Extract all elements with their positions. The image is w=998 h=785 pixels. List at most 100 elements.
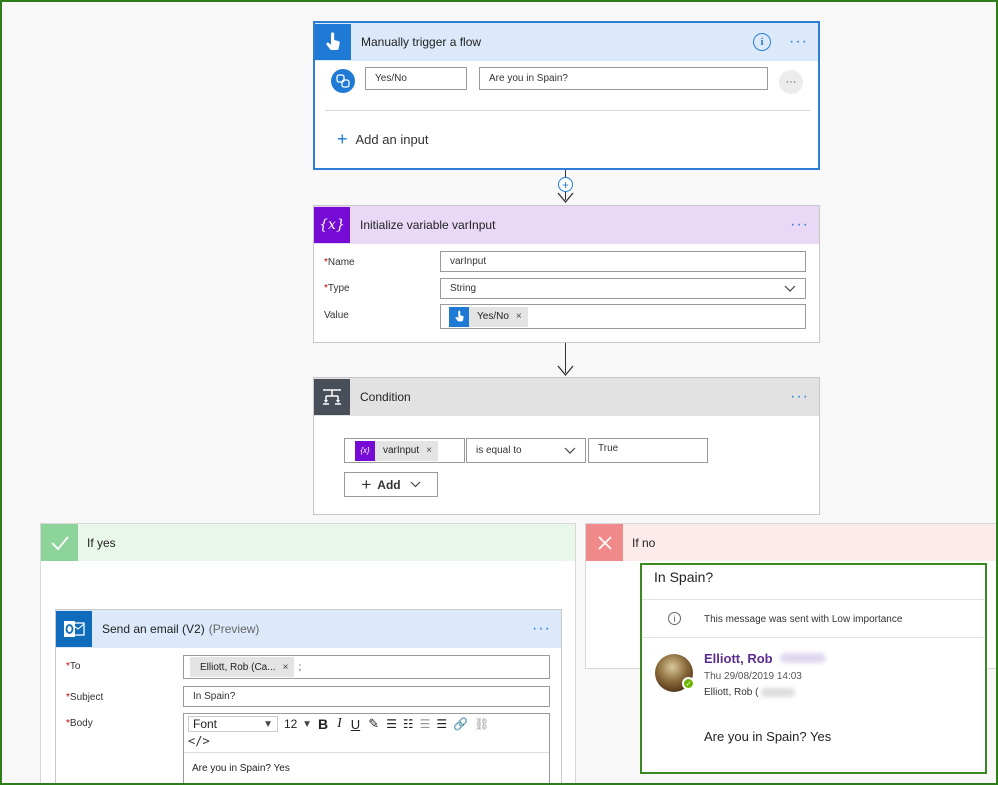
code-view-icon[interactable]: </>	[184, 734, 549, 752]
chevron-down-icon	[410, 481, 421, 488]
presence-available-icon: ✓	[682, 677, 695, 690]
varinput-token[interactable]: {x} varInput ×	[355, 440, 438, 461]
remove-token-icon[interactable]: ×	[283, 662, 289, 673]
input-options-icon[interactable]: ···	[779, 70, 803, 94]
unlink-icon[interactable]: ⛓	[474, 717, 489, 731]
more-options-icon[interactable]: ···	[790, 217, 809, 233]
value-field[interactable]: Yes/No ×	[440, 304, 806, 329]
variable-icon: {x}	[355, 440, 375, 461]
more-options-icon[interactable]: ···	[790, 389, 809, 405]
name-label: *Name	[324, 257, 355, 268]
body-label: *Body	[66, 718, 93, 729]
condition-card[interactable]: Condition ··· {x} varInput × is equal to…	[313, 377, 820, 515]
more-options-icon[interactable]: ···	[789, 34, 808, 50]
bold-icon[interactable]: B	[318, 716, 328, 732]
arrow-down-icon	[557, 192, 574, 204]
info-icon: i	[668, 612, 681, 625]
recipient-token[interactable]: Elliott, Rob (Ca... ×	[190, 657, 295, 677]
add-condition-button[interactable]: + Add	[344, 472, 438, 497]
if-yes-header[interactable]: If yes	[41, 524, 575, 561]
font-select[interactable]: Font ▼	[188, 716, 278, 732]
caret-down-icon: ▼	[263, 718, 273, 730]
plus-icon: +	[337, 129, 348, 149]
operator-select[interactable]: is equal to	[466, 438, 586, 463]
preview-tag: (Preview)	[208, 622, 260, 636]
yes-no-input-icon	[331, 69, 355, 93]
yes-no-token[interactable]: Yes/No ×	[449, 306, 528, 327]
hand-touch-icon	[315, 24, 351, 60]
recipient-separator: ;	[298, 661, 302, 673]
type-label: *Type	[324, 283, 350, 294]
if-yes-title: If yes	[87, 535, 116, 550]
value-label: Value	[324, 310, 349, 321]
font-value: Font	[193, 717, 218, 731]
body-text[interactable]: Are you in Spain? Yes	[184, 752, 549, 785]
condition-header[interactable]: Condition ···	[314, 378, 819, 416]
arrow-down-icon	[557, 365, 574, 377]
send-email-header[interactable]: Send an email (V2) (Preview) ···	[56, 610, 561, 648]
remove-token-icon[interactable]: ×	[426, 445, 432, 456]
operator-value: is equal to	[476, 445, 522, 456]
sender-name[interactable]: Elliott, Rob	[704, 651, 827, 666]
subject-field[interactable]: In Spain?	[183, 686, 550, 707]
numbered-list-icon[interactable]: ☷	[403, 717, 414, 731]
subject-label: *Subject	[66, 692, 104, 703]
variable-header[interactable]: {𝑥} Initialize variable varInput ···	[314, 206, 819, 244]
redacted-text	[780, 653, 827, 663]
token-label: Yes/No	[477, 311, 509, 322]
type-select[interactable]: String	[440, 278, 806, 299]
add-input-button[interactable]: + Add an input	[337, 129, 429, 149]
send-email-card[interactable]: Send an email (V2) (Preview) ··· *To Ell…	[55, 609, 562, 785]
condition-icon	[314, 379, 350, 415]
divider	[642, 599, 985, 600]
to-label: *To	[66, 661, 81, 672]
plus-icon: +	[361, 474, 372, 494]
chevron-down-icon	[784, 285, 796, 292]
caret-down-icon: ▼	[302, 718, 312, 730]
link-icon[interactable]: 🔗	[453, 717, 468, 731]
variable-icon: {𝑥}	[314, 207, 350, 243]
variable-title: Initialize variable varInput	[360, 218, 496, 232]
email-body: Are you in Spain? Yes	[704, 729, 832, 744]
token-label: varInput	[383, 445, 420, 456]
size-value: 12	[284, 717, 298, 731]
size-select[interactable]: 12 ▼	[284, 716, 312, 732]
initialize-variable-card[interactable]: {𝑥} Initialize variable varInput ··· *Na…	[313, 205, 820, 343]
sent-datetime: Thu 29/08/2019 14:03	[704, 671, 802, 682]
italic-icon[interactable]: I	[337, 716, 342, 732]
recipient-line: Elliott, Rob (	[704, 687, 796, 698]
type-value: String	[450, 283, 477, 294]
decrease-indent-icon[interactable]: ☰	[420, 717, 431, 731]
close-icon	[586, 524, 623, 561]
highlight-icon[interactable]: ✎	[368, 716, 379, 732]
insert-step-icon[interactable]: +	[558, 177, 573, 192]
input-type-field[interactable]: Yes/No	[365, 67, 467, 90]
more-options-icon[interactable]: ···	[532, 621, 551, 637]
info-icon[interactable]: i	[753, 33, 772, 51]
condition-right-operand[interactable]: True	[588, 438, 708, 463]
email-preview: In Spain? i This message was sent with L…	[640, 563, 987, 774]
importance-note: This message was sent with Low importanc…	[704, 614, 903, 625]
to-field[interactable]: Elliott, Rob (Ca... × ;	[183, 655, 550, 679]
remove-token-icon[interactable]: ×	[516, 311, 522, 322]
trigger-header[interactable]: Manually trigger a flow i ···	[315, 23, 818, 61]
body-editor[interactable]: Font ▼ 12 ▼ B I U ✎ ☰ ☷ ☰ ☰ 🔗 ⛓ </> Are yo…	[183, 713, 550, 785]
chevron-down-icon	[564, 447, 576, 454]
rich-text-toolbar: Font ▼ 12 ▼ B I U ✎ ☰ ☷ ☰ ☰ 🔗 ⛓	[184, 714, 549, 734]
condition-left-operand[interactable]: {x} varInput ×	[344, 438, 465, 463]
token-label: Elliott, Rob (Ca...	[200, 661, 276, 673]
sender-name-text: Elliott, Rob	[704, 651, 773, 666]
if-no-header[interactable]: If no	[586, 524, 997, 561]
checkmark-icon	[41, 524, 78, 561]
underline-icon[interactable]: U	[351, 717, 360, 732]
input-question-field[interactable]: Are you in Spain?	[479, 67, 768, 90]
trigger-title: Manually trigger a flow	[361, 35, 482, 49]
redacted-text	[761, 688, 796, 697]
trigger-card[interactable]: Manually trigger a flow i ··· Yes/No Are…	[313, 21, 820, 170]
condition-title: Condition	[360, 390, 411, 404]
hand-touch-icon	[449, 306, 469, 327]
increase-indent-icon[interactable]: ☰	[436, 717, 447, 731]
bulleted-list-icon[interactable]: ☰	[386, 717, 397, 731]
name-field[interactable]: varInput	[440, 251, 806, 272]
divider	[325, 110, 810, 111]
